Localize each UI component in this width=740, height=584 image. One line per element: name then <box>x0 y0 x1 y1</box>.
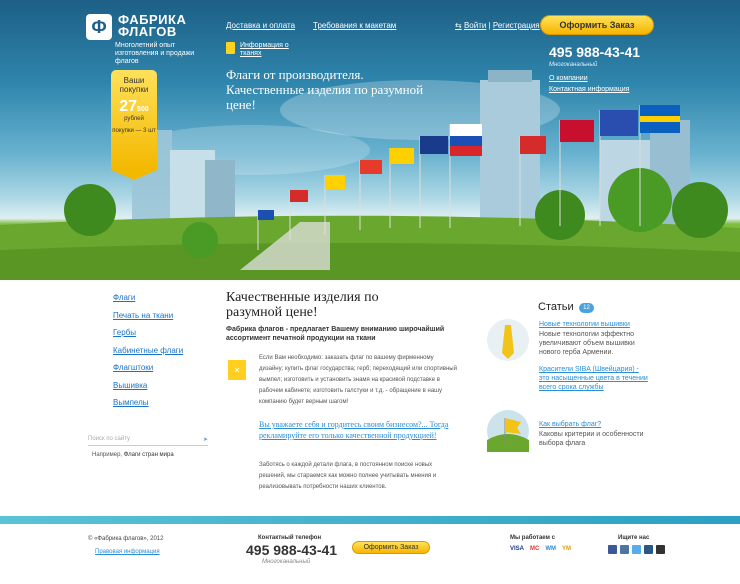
nav-delivery-link[interactable]: Доставка и оплата <box>226 21 295 30</box>
register-link[interactable]: Регистрация <box>493 21 540 30</box>
footer-phone-note: Многоканальный <box>262 559 311 565</box>
flag-image-icon <box>487 410 529 452</box>
hero-slogan: Флаги от производителя. Качественные изд… <box>226 67 424 112</box>
footer-social-label: Ищите нас <box>618 535 650 541</box>
header-phone: 495 988-43-41 <box>549 44 641 60</box>
sidebar-item-pennants[interactable]: Вымпелы <box>113 398 183 416</box>
footer-order-button[interactable]: Оформить Заказ <box>352 541 430 554</box>
example-link[interactable]: Флаги стран мира <box>124 452 174 458</box>
document-icon <box>226 42 235 54</box>
nav-requirements-link[interactable]: Требования к макетам <box>313 21 396 30</box>
sidebar-menu: Флаги Печать на ткани Гербы Кабинетные ф… <box>113 293 183 416</box>
article-link-1[interactable]: Новые технологии вышивки <box>539 320 649 329</box>
footer-phone: 495 988-43-41 <box>246 542 338 558</box>
legal-link[interactable]: Правовая информация <box>95 549 160 555</box>
login-link[interactable]: Войти <box>464 21 486 30</box>
cart-currency: рублей <box>124 116 144 122</box>
footer-copyright: © «Фабрика флагов», 2012 <box>88 536 164 542</box>
sidebar-item-desk-flags[interactable]: Кабинетные флаги <box>113 346 183 364</box>
search-placeholder: Поиск по сайту <box>88 436 131 442</box>
logo-mark-icon: Ф <box>86 14 112 40</box>
mastercard-icon: MC <box>530 546 540 552</box>
main-paragraph: Если Вам необходимо: заказать флаг по ва… <box>259 355 457 405</box>
payment-logos: VISA MC WM YM <box>510 546 571 552</box>
article-text-2: Каковы критерии и особенности выбора фла… <box>539 431 644 447</box>
cart-amount-small: 500 <box>137 106 149 113</box>
footer-payments-label: Мы работаем с <box>510 535 555 541</box>
cart-badge[interactable]: Ваши покупки 27500 рублей покупки — 3 шт <box>111 70 157 180</box>
sidebar-item-flagpoles[interactable]: Флагштоки <box>113 363 183 381</box>
search-example: Например, Флаги стран мира <box>92 452 174 458</box>
visa-icon: VISA <box>510 546 525 552</box>
cart-amount: 27 <box>119 98 138 115</box>
footer-band <box>0 516 740 524</box>
login-icon: ⇆ <box>455 21 462 30</box>
sidebar-item-coats[interactable]: Гербы <box>113 328 183 346</box>
livejournal-icon[interactable] <box>644 545 653 554</box>
intro-text: Фабрика флагов - предлагает Вашему внима… <box>226 326 445 342</box>
auth-links: ⇆ Войти | Регистрация <box>455 21 540 30</box>
cart-items-count: покупки — 3 шт <box>112 128 156 134</box>
vk-icon[interactable] <box>620 545 629 554</box>
main-paragraph-2: Заботясь о каждой детали флага, в постоя… <box>259 462 437 490</box>
search-arrow-icon[interactable]: ➤ <box>203 436 208 445</box>
fabric-info-link[interactable]: Информация о тканях <box>226 42 296 58</box>
logo-title-line-2: ФЛАГОВ <box>118 24 177 39</box>
sidebar-item-fabric-print[interactable]: Печать на ткани <box>113 311 183 329</box>
sidebar-item-embroidery[interactable]: Вышивка <box>113 381 183 399</box>
logo-small-icon: ✕ <box>228 360 246 380</box>
page-title: Качественные изделия по разумной цене! <box>226 290 379 320</box>
article-text-1: Новые технологии эффектно увеличивают об… <box>539 331 635 356</box>
logo[interactable]: Ф ФАБРИКА ФЛАГОВ <box>86 13 186 40</box>
search-input[interactable]: Поиск по сайту ➤ <box>88 436 208 446</box>
hero-banner: Ф ФАБРИКА ФЛАГОВ Многолетний опыт изгото… <box>0 0 740 280</box>
about-link[interactable]: О компании <box>549 75 588 82</box>
article-link-2[interactable]: Как выбрать флаг? <box>539 420 649 429</box>
contact-link[interactable]: Контактная информация <box>549 86 629 93</box>
cart-label: Ваши покупки <box>119 76 149 94</box>
header-phone-note: Многоканальный <box>549 62 598 68</box>
article-extra-link[interactable]: Красители SIBA (Швейцария) - это насыщен… <box>539 365 649 392</box>
footer-phone-label: Контактный телефон <box>258 535 322 541</box>
facebook-icon[interactable] <box>608 545 617 554</box>
yandex-money-icon: YM <box>562 546 572 552</box>
tie-image-icon <box>487 319 529 361</box>
logo-tagline: Многолетний опыт изготовления и продажи … <box>115 42 195 65</box>
articles-count-badge: 12 <box>579 303 594 313</box>
twitter-icon[interactable] <box>632 545 641 554</box>
articles-title: Статьи <box>538 301 574 313</box>
sidebar-item-flags[interactable]: Флаги <box>113 293 183 311</box>
webmoney-icon: WM <box>545 546 557 552</box>
quote-link[interactable]: Вы уважаете себя и гордитесь своим бизне… <box>259 419 459 441</box>
order-button[interactable]: Оформить Заказ <box>540 15 654 35</box>
other-social-icon[interactable] <box>656 545 665 554</box>
social-links <box>608 545 665 554</box>
